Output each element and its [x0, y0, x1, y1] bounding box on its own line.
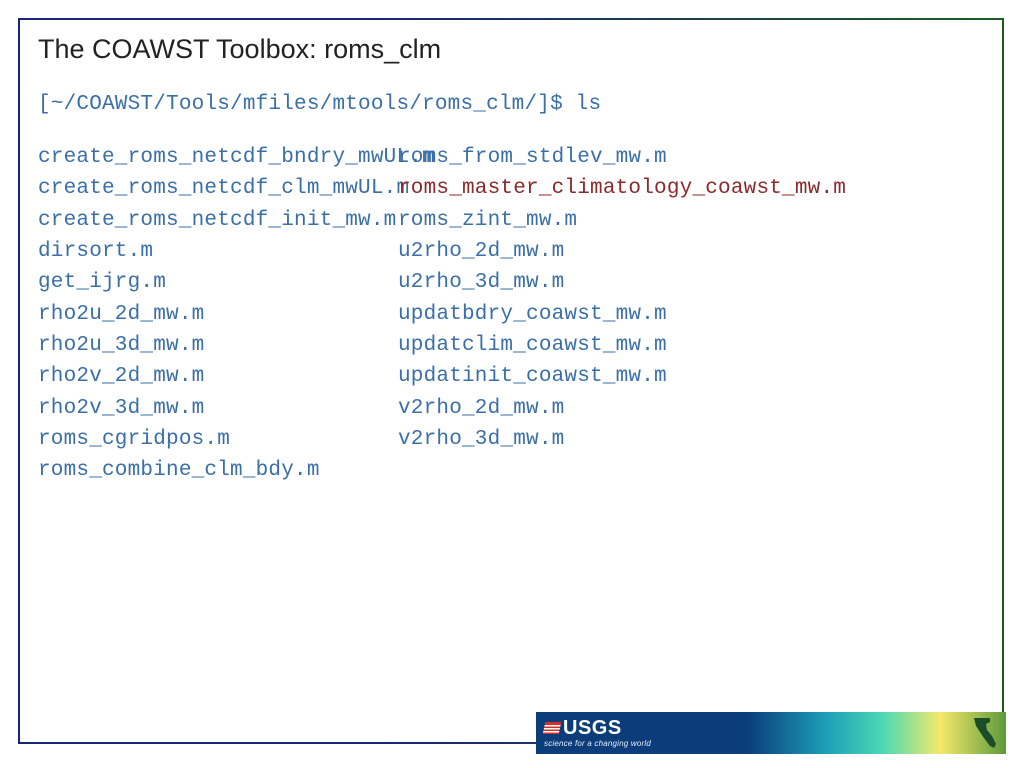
file-entry: updatinit_coawst_mw.m	[398, 363, 984, 391]
file-entry: rho2u_2d_mw.m	[38, 301, 398, 329]
shell-prompt: [~/COAWST/Tools/mfiles/mtools/roms_clm/]…	[38, 93, 984, 116]
usgs-text: USGS	[563, 718, 622, 738]
file-entry: dirsort.m	[38, 238, 398, 266]
file-entry: rho2v_3d_mw.m	[38, 395, 398, 423]
usgs-wordmark: USGS	[544, 718, 651, 738]
file-entry: u2rho_3d_mw.m	[398, 269, 984, 297]
file-entry: create_roms_netcdf_clm_mwUL.m	[38, 175, 398, 203]
usgs-logo: USGS science for a changing world	[544, 718, 651, 748]
footer-bar: USGS science for a changing world	[536, 712, 1006, 754]
file-entry: u2rho_2d_mw.m	[398, 238, 984, 266]
file-entry: create_roms_netcdf_bndry_mwUL.m	[38, 144, 398, 172]
file-entry: roms_master_climatology_coawst_mw.m	[398, 175, 984, 203]
footer-gradient: USGS science for a changing world	[536, 712, 1006, 754]
slide-frame: The COAWST Toolbox: roms_clm [~/COAWST/T…	[18, 18, 1004, 744]
file-entry: create_roms_netcdf_init_mw.m	[38, 207, 398, 235]
usgs-tagline: science for a changing world	[544, 740, 651, 748]
file-entry: rho2v_2d_mw.m	[38, 363, 398, 391]
florida-icon	[972, 716, 1002, 750]
file-entry: updatbdry_coawst_mw.m	[398, 301, 984, 329]
file-entry: v2rho_3d_mw.m	[398, 426, 984, 454]
file-entry: rho2u_3d_mw.m	[38, 332, 398, 360]
file-entry: updatclim_coawst_mw.m	[398, 332, 984, 360]
file-entry: v2rho_2d_mw.m	[398, 395, 984, 423]
wave-icon	[543, 722, 562, 734]
file-entry: roms_combine_clm_bdy.m	[38, 457, 398, 485]
file-entry	[398, 457, 984, 485]
file-entry: get_ijrg.m	[38, 269, 398, 297]
file-entry: roms_from_stdlev_mw.m	[398, 144, 984, 172]
file-listing: create_roms_netcdf_bndry_mwUL.mroms_from…	[38, 144, 984, 486]
file-entry: roms_cgridpos.m	[38, 426, 398, 454]
file-entry: roms_zint_mw.m	[398, 207, 984, 235]
slide-title: The COAWST Toolbox: roms_clm	[38, 34, 984, 65]
